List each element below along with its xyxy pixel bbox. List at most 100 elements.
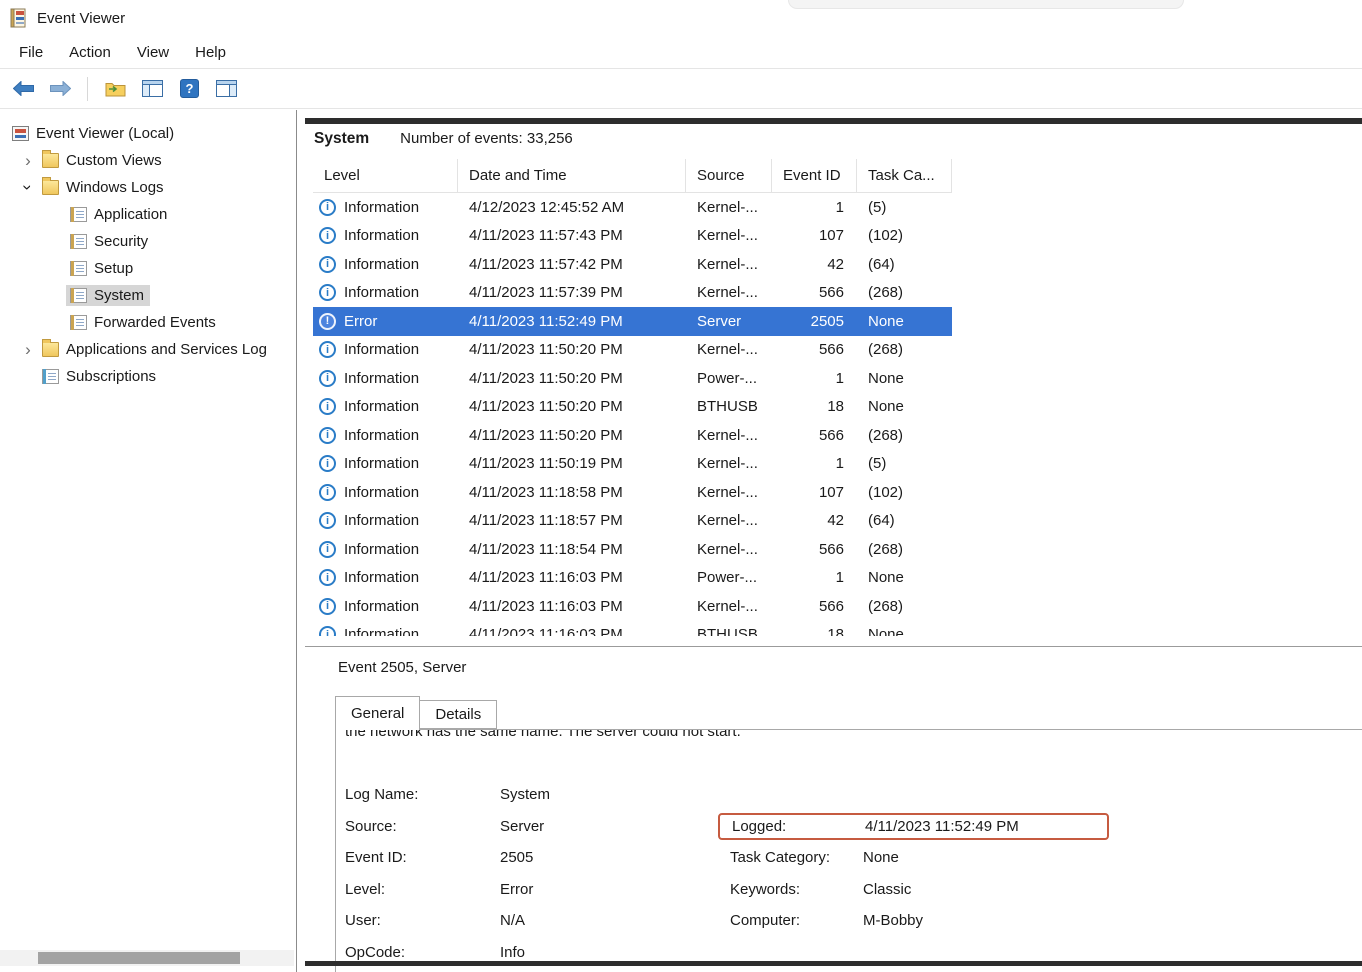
cell-eventid: 566 [772, 592, 857, 621]
event-row[interactable]: Information 4/11/2023 11:16:03 PM BTHUSB… [313, 621, 952, 637]
help-button[interactable]: ? [172, 74, 206, 104]
menu-item[interactable]: Action [56, 40, 124, 65]
event-row[interactable]: Information 4/11/2023 11:57:39 PM Kernel… [313, 279, 952, 308]
tree-item[interactable]: Security [0, 228, 296, 255]
cell-level: Information [313, 336, 458, 365]
tree-node-icon [70, 234, 87, 249]
event-row[interactable]: Information 4/11/2023 11:16:03 PM Power-… [313, 564, 952, 593]
svg-text:?: ? [185, 81, 193, 96]
details-tab[interactable]: General [335, 696, 420, 730]
cell-datetime: 4/11/2023 11:50:20 PM [458, 393, 686, 422]
tree-node[interactable]: Applications and Services Log [38, 339, 273, 360]
column-header-level[interactable]: Level [313, 159, 458, 192]
cell-source: Power-... [686, 564, 772, 593]
open-saved-log-icon [105, 80, 126, 97]
cell-eventid: 566 [772, 421, 857, 450]
cell-source: Kernel-... [686, 193, 772, 222]
field-label: Event ID: [345, 849, 500, 866]
tree-item[interactable]: Application [0, 201, 296, 228]
chevron-icon[interactable] [16, 152, 40, 169]
forward-button[interactable] [43, 74, 77, 104]
cell-datetime: 4/11/2023 11:16:03 PM [458, 592, 686, 621]
chevron-icon[interactable] [20, 176, 37, 200]
event-level-icon [319, 569, 336, 586]
overlay-artifact [788, 0, 1184, 9]
event-row[interactable]: Information 4/11/2023 11:18:54 PM Kernel… [313, 535, 952, 564]
menu-bar: File Action View Help [0, 36, 1362, 69]
event-level-icon [319, 370, 336, 387]
scrollbar-thumb[interactable] [38, 952, 240, 964]
cell-source: Kernel-... [686, 450, 772, 479]
event-description-clipped: the network has the same name. The serve… [345, 730, 1362, 743]
tree-item[interactable]: Custom Views [0, 147, 296, 174]
show-action-pane-button[interactable] [209, 74, 243, 104]
tree-item[interactable]: Subscriptions [0, 363, 296, 390]
tree-node-label: Custom Views [66, 152, 162, 169]
tree-node[interactable]: Subscriptions [38, 366, 162, 387]
menu-item[interactable]: Help [182, 40, 239, 65]
back-button[interactable] [6, 74, 40, 104]
cell-eventid: 1 [772, 364, 857, 393]
action-pane-icon [216, 80, 237, 97]
tree-node[interactable]: Security [66, 231, 154, 252]
column-header-eventid[interactable]: Event ID [772, 159, 857, 192]
tree-item[interactable]: Setup [0, 255, 296, 282]
back-icon [13, 81, 34, 96]
event-row[interactable]: Information 4/11/2023 11:50:20 PM Kernel… [313, 336, 952, 365]
event-row[interactable]: Information 4/11/2023 11:50:20 PM BTHUSB… [313, 393, 952, 422]
event-level-icon [319, 199, 336, 216]
field-value: Info [500, 944, 730, 961]
cell-eventid: 2505 [772, 307, 857, 336]
event-row[interactable]: Information 4/11/2023 11:18:57 PM Kernel… [313, 507, 952, 536]
tree-node[interactable]: Setup [66, 258, 139, 279]
details-tab[interactable]: Details [420, 700, 497, 729]
chevron-icon[interactable] [16, 341, 40, 358]
cell-datetime: 4/11/2023 11:16:03 PM [458, 621, 686, 637]
event-row[interactable]: Error 4/11/2023 11:52:49 PM Server 2505 … [313, 307, 952, 336]
cell-source: Kernel-... [686, 250, 772, 279]
event-row[interactable]: Information 4/11/2023 11:50:19 PM Kernel… [313, 450, 952, 479]
tree-item[interactable]: System [0, 282, 296, 309]
sidebar-horizontal-scrollbar[interactable] [0, 950, 294, 966]
field-value: M-Bobby [863, 912, 1093, 929]
tree-item[interactable]: Windows Logs [0, 174, 296, 201]
cell-datetime: 4/11/2023 11:50:20 PM [458, 364, 686, 393]
cell-level: Information [313, 564, 458, 593]
event-level-text: Error [344, 313, 377, 330]
cell-taskcategory: (268) [857, 279, 952, 308]
tree-node[interactable]: Event Viewer (Local) [8, 123, 180, 144]
show-console-tree-button[interactable] [135, 74, 169, 104]
cell-source: Kernel-... [686, 336, 772, 365]
event-row[interactable]: Information 4/11/2023 11:50:20 PM Kernel… [313, 421, 952, 450]
column-header-datetime[interactable]: Date and Time [458, 159, 686, 192]
event-level-icon [319, 598, 336, 615]
cell-level: Information [313, 193, 458, 222]
cell-datetime: 4/11/2023 11:16:03 PM [458, 564, 686, 593]
event-row[interactable]: Information 4/11/2023 11:50:20 PM Power-… [313, 364, 952, 393]
tree-node[interactable]: Windows Logs [38, 177, 170, 198]
event-row[interactable]: Information 4/11/2023 11:18:58 PM Kernel… [313, 478, 952, 507]
tree-node[interactable]: System [66, 285, 150, 306]
field-value: Error [500, 881, 730, 898]
tree-item[interactable]: Applications and Services Log [0, 336, 296, 363]
cell-level: Information [313, 250, 458, 279]
cell-taskcategory: None [857, 564, 952, 593]
field-pair: Keywords: Classic [730, 881, 1093, 898]
menu-item[interactable]: File [6, 40, 56, 65]
tree-node[interactable]: Custom Views [38, 150, 168, 171]
tree-item[interactable]: Event Viewer (Local) [0, 120, 296, 147]
tree-node[interactable]: Forwarded Events [66, 312, 222, 333]
cell-datetime: 4/11/2023 11:50:19 PM [458, 450, 686, 479]
console-tree-sidebar: Event Viewer (Local) Custom Views Window… [0, 110, 297, 972]
event-row[interactable]: Information 4/12/2023 12:45:52 AM Kernel… [313, 193, 952, 222]
menu-item[interactable]: View [124, 40, 182, 65]
event-row[interactable]: Information 4/11/2023 11:57:43 PM Kernel… [313, 222, 952, 251]
tree-item[interactable]: Forwarded Events [0, 309, 296, 336]
column-header-taskcategory[interactable]: Task Ca... [857, 159, 952, 192]
open-saved-log-button[interactable] [98, 74, 132, 104]
event-row[interactable]: Information 4/11/2023 11:16:03 PM Kernel… [313, 592, 952, 621]
tree-node[interactable]: Application [66, 204, 173, 225]
column-header-source[interactable]: Source [686, 159, 772, 192]
cell-taskcategory: (5) [857, 450, 952, 479]
event-row[interactable]: Information 4/11/2023 11:57:42 PM Kernel… [313, 250, 952, 279]
